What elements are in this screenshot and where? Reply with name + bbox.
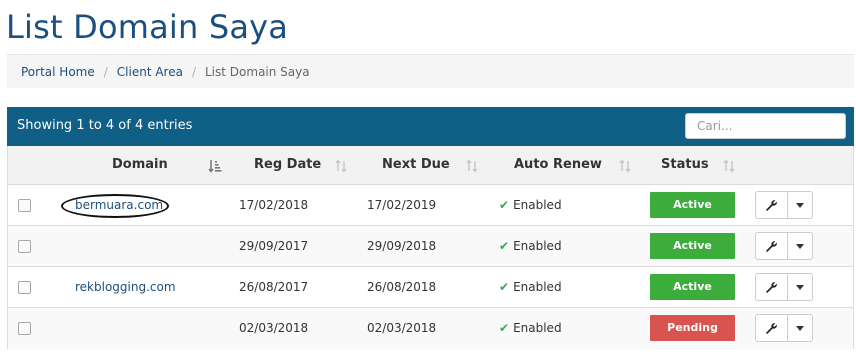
manage-button[interactable] (756, 274, 788, 300)
breadcrumb-separator: / (191, 64, 196, 79)
table-toolbar: Showing 1 to 4 of 4 entries (7, 107, 854, 146)
dropdown-toggle[interactable] (788, 274, 812, 300)
caret-down-icon (796, 284, 804, 290)
wrench-icon (766, 199, 777, 211)
dropdown-toggle[interactable] (788, 233, 812, 259)
caret-down-icon (796, 202, 804, 208)
next-due: 29/09/2018 (367, 239, 437, 253)
table-row[interactable]: bermuara.com 17/02/2018 17/02/2019 ✔ Enab… (8, 185, 853, 226)
auto-renew: ✔ Enabled (499, 321, 562, 335)
column-header-next-due[interactable]: Next Due (382, 146, 450, 184)
breadcrumb-separator: / (103, 64, 108, 79)
next-due: 17/02/2019 (367, 198, 437, 212)
row-actions (755, 191, 813, 219)
manage-button[interactable] (756, 315, 788, 341)
status-badge: Pending (650, 315, 735, 341)
wrench-icon (766, 281, 777, 293)
sort-icon[interactable] (723, 146, 735, 184)
search-input[interactable] (685, 113, 846, 139)
reg-date: 02/03/2018 (239, 321, 309, 335)
page-title: List Domain Saya (6, 8, 289, 46)
table-row[interactable]: 29/09/2017 29/09/2018 ✔ Enabled Active (8, 226, 853, 267)
dropdown-toggle[interactable] (788, 315, 812, 341)
column-header-reg-date[interactable]: Reg Date (254, 146, 321, 184)
breadcrumb-portal-home[interactable]: Portal Home (21, 65, 95, 79)
breadcrumb: Portal Home / Client Area / List Domain … (7, 54, 854, 88)
row-actions (755, 314, 813, 342)
dropdown-toggle[interactable] (788, 192, 812, 218)
manage-button[interactable] (756, 192, 788, 218)
row-actions (755, 273, 813, 301)
column-header-auto-renew[interactable]: Auto Renew (514, 146, 602, 184)
row-checkbox[interactable] (18, 281, 31, 294)
next-due: 02/03/2018 (367, 321, 437, 335)
check-icon: ✔ (499, 239, 510, 253)
breadcrumb-current: List Domain Saya (205, 64, 310, 79)
domain-link[interactable]: bermuara.com (75, 198, 163, 212)
next-due: 26/08/2018 (367, 280, 437, 294)
check-icon: ✔ (499, 321, 510, 335)
sort-icon[interactable] (335, 146, 347, 184)
sort-icon[interactable] (619, 146, 631, 184)
reg-date: 17/02/2018 (239, 198, 309, 212)
check-icon: ✔ (499, 198, 510, 212)
domain-table-panel: Showing 1 to 4 of 4 entries Domain Reg D… (7, 107, 854, 349)
sort-icon[interactable] (208, 146, 222, 184)
table-row[interactable]: 02/03/2018 02/03/2018 ✔ Enabled Pending (8, 308, 853, 349)
auto-renew: ✔ Enabled (499, 198, 562, 212)
status-badge: Active (650, 274, 735, 300)
table-row[interactable]: rekblogging.com 26/08/2017 26/08/2018 ✔ E… (8, 267, 853, 308)
check-icon: ✔ (499, 280, 510, 294)
wrench-icon (766, 240, 777, 252)
row-checkbox[interactable] (18, 199, 31, 212)
row-checkbox[interactable] (18, 322, 31, 335)
row-checkbox[interactable] (18, 240, 31, 253)
manage-button[interactable] (756, 233, 788, 259)
breadcrumb-client-area[interactable]: Client Area (117, 65, 183, 79)
sort-icon[interactable] (466, 146, 478, 184)
column-header-domain[interactable]: Domain (112, 146, 168, 184)
reg-date: 26/08/2017 (239, 280, 309, 294)
domain-link[interactable]: rekblogging.com (75, 280, 176, 294)
caret-down-icon (796, 243, 804, 249)
row-actions (755, 232, 813, 260)
status-badge: Active (650, 192, 735, 218)
caret-down-icon (796, 325, 804, 331)
table-header: Domain Reg Date Next Due Auto Renew Stat… (8, 146, 853, 185)
status-badge: Active (650, 233, 735, 259)
column-header-status[interactable]: Status (661, 146, 709, 184)
auto-renew: ✔ Enabled (499, 239, 562, 253)
wrench-icon (766, 322, 777, 334)
auto-renew: ✔ Enabled (499, 280, 562, 294)
table-info: Showing 1 to 4 of 4 entries (17, 118, 193, 133)
reg-date: 29/09/2017 (239, 239, 309, 253)
